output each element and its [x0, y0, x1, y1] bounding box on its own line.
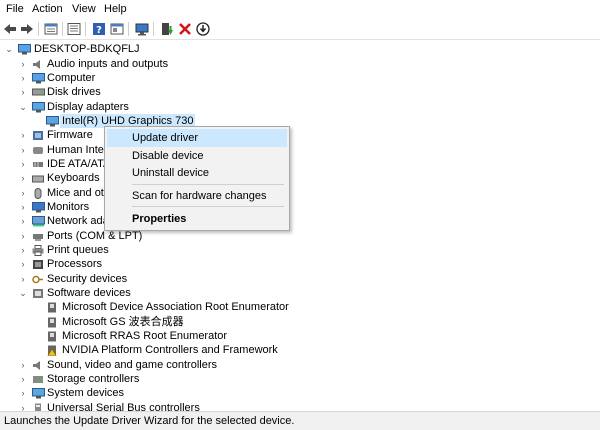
chip-icon [32, 130, 44, 140]
download-icon[interactable] [196, 22, 210, 36]
disk-icon [32, 87, 45, 97]
uninstall-device-menu-item[interactable]: Uninstall device [107, 164, 287, 182]
keyboard-icon [32, 173, 44, 183]
speaker-icon [32, 360, 44, 370]
help-icon[interactable]: ? [92, 22, 106, 36]
tree-item-usb-controllers[interactable]: › Universal Serial Bus controllers [18, 401, 258, 411]
view-icon[interactable] [110, 22, 124, 36]
uninstall-icon[interactable] [178, 22, 192, 36]
list-icon[interactable] [67, 22, 81, 36]
chevron-right-icon[interactable]: › [18, 401, 28, 411]
chevron-right-icon[interactable]: › [18, 214, 28, 228]
tree-item-ports[interactable]: › Ports (COM & LPT) [18, 229, 258, 243]
forward-icon[interactable] [20, 22, 34, 36]
device-tree: ⌄ DESKTOP-BDKQFLJ › Audio inputs and out… [0, 40, 600, 411]
chevron-right-icon[interactable]: › [18, 257, 28, 271]
tree-item-audio[interactable]: › Audio inputs and outputs [18, 57, 258, 71]
menu-view[interactable]: View [72, 3, 96, 15]
computer-icon [18, 44, 31, 55]
update-driver-menu-item[interactable]: Update driver [107, 129, 287, 147]
tree-item-ms-gs-wavetable[interactable]: Microsoft GS 波表合成器 [34, 315, 354, 329]
tree-item-processors[interactable]: › Processors [18, 257, 258, 271]
storage-icon [32, 374, 44, 384]
toolbar-separator [128, 22, 129, 36]
chevron-right-icon[interactable]: › [18, 128, 28, 142]
display-adapter-icon [32, 102, 45, 113]
chevron-right-icon[interactable]: › [18, 57, 28, 71]
tree-item-print-queues[interactable]: › Print queues [18, 243, 258, 257]
network-icon [32, 216, 45, 227]
chevron-right-icon[interactable]: › [18, 372, 28, 386]
back-icon[interactable] [3, 22, 17, 36]
toolbar-separator [153, 22, 154, 36]
tree-item-display-adapters[interactable]: ⌄ Display adapters [18, 100, 258, 114]
tree-item-nvidia-platform[interactable]: NVIDIA Platform Controllers and Framewor… [34, 343, 354, 357]
chevron-down-icon[interactable]: ⌄ [18, 286, 28, 300]
tree-item-system-devices[interactable]: › System devices [18, 386, 258, 400]
toolbar-separator [85, 22, 86, 36]
printer-icon [32, 245, 44, 256]
properties-menu-item[interactable]: Properties [107, 210, 287, 228]
update-driver-icon[interactable] [160, 22, 174, 36]
speaker-icon [32, 59, 44, 69]
menu-help[interactable]: Help [104, 3, 127, 15]
tree-item-security-devices[interactable]: › Security devices [18, 272, 258, 286]
monitor-icon[interactable] [135, 22, 149, 36]
menu-bar: File Action View Help [0, 0, 600, 19]
software-device-icon [46, 302, 58, 313]
context-menu: Update driver Disable device Uninstall d… [104, 126, 290, 231]
chevron-right-icon[interactable]: › [18, 229, 28, 243]
tree-item-computer[interactable]: › Computer [18, 71, 258, 85]
computer-icon [32, 73, 45, 84]
menu-action[interactable]: Action [32, 3, 63, 15]
mouse-icon [32, 188, 44, 199]
ide-icon [32, 159, 44, 169]
chevron-right-icon[interactable]: › [18, 85, 28, 99]
monitor-icon [32, 202, 45, 213]
chevron-right-icon[interactable]: › [18, 71, 28, 85]
chevron-down-icon[interactable]: ⌄ [4, 42, 14, 56]
menu-separator [132, 184, 284, 185]
chevron-right-icon[interactable]: › [18, 143, 28, 157]
chevron-down-icon[interactable]: ⌄ [18, 100, 28, 114]
software-device-icon [46, 331, 58, 342]
chevron-right-icon[interactable]: › [18, 243, 28, 257]
tree-item-software-devices[interactable]: ⌄ Software devices [18, 286, 258, 300]
chevron-right-icon[interactable]: › [18, 157, 28, 171]
disable-device-menu-item[interactable]: Disable device [107, 147, 287, 165]
status-bar: Launches the Update Driver Wizard for th… [0, 411, 600, 430]
toolbar-separator [38, 22, 39, 36]
tree-item-storage-controllers[interactable]: › Storage controllers [18, 372, 258, 386]
software-device-icon [32, 288, 44, 298]
toolbar: ? [0, 19, 600, 40]
scan-hardware-menu-item[interactable]: Scan for hardware changes [107, 187, 287, 205]
software-device-icon [46, 317, 58, 328]
toolbar-separator [62, 22, 63, 36]
display-adapter-icon [46, 116, 59, 127]
chevron-right-icon[interactable]: › [18, 272, 28, 286]
tree-item-sound-video[interactable]: › Sound, video and game controllers [18, 358, 278, 372]
status-text: Launches the Update Driver Wizard for th… [4, 415, 295, 427]
chevron-right-icon[interactable]: › [18, 171, 28, 185]
menu-separator [132, 206, 284, 207]
svg-text:?: ? [96, 25, 102, 36]
tree-root[interactable]: ⌄ DESKTOP-BDKQFLJ [4, 42, 204, 56]
chevron-right-icon[interactable]: › [18, 186, 28, 200]
properties-icon[interactable] [44, 22, 58, 36]
chevron-right-icon[interactable]: › [18, 386, 28, 400]
system-device-icon [32, 388, 45, 399]
port-icon [32, 231, 44, 241]
warning-device-icon [46, 345, 58, 356]
hid-icon [32, 145, 44, 155]
chevron-right-icon[interactable]: › [18, 358, 28, 372]
menu-file[interactable]: File [6, 3, 24, 15]
processor-icon [32, 259, 44, 269]
tree-item-ms-rras[interactable]: Microsoft RRAS Root Enumerator [34, 329, 354, 343]
chevron-right-icon[interactable]: › [18, 200, 28, 214]
key-icon [32, 274, 44, 284]
tree-item-disk-drives[interactable]: › Disk drives [18, 85, 258, 99]
usb-icon [32, 403, 44, 411]
tree-item-ms-device-association[interactable]: Microsoft Device Association Root Enumer… [34, 300, 354, 314]
